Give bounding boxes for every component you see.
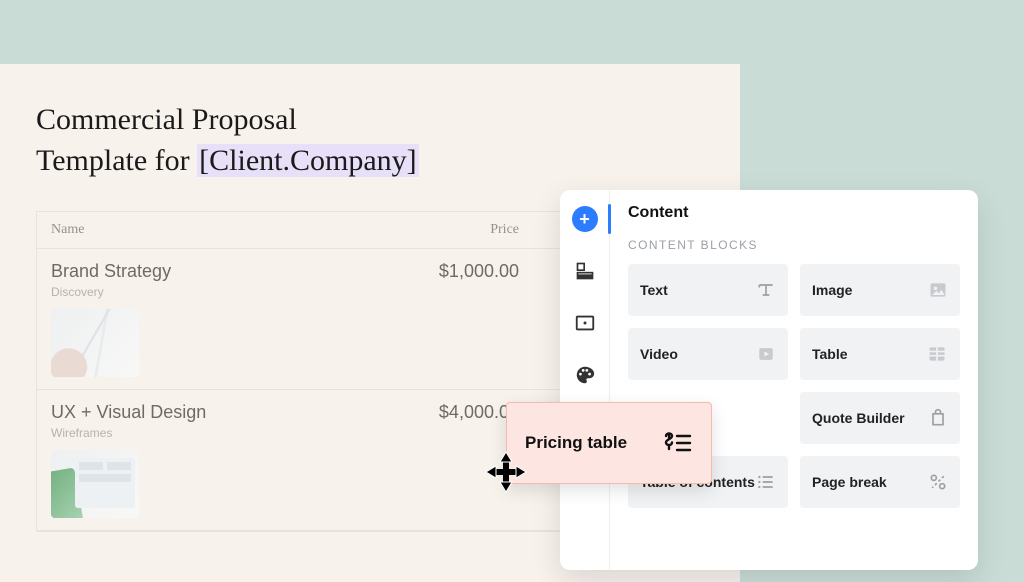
text-icon	[756, 280, 776, 300]
content-panel: + Content CONTENT BLOCKS Text Image	[560, 190, 978, 570]
toc-icon	[756, 472, 776, 492]
row-subtitle: Wireframes	[51, 426, 349, 440]
drag-label: Pricing table	[525, 433, 627, 453]
title-line-1: Commercial Proposal	[36, 103, 297, 136]
dragging-block-pricing-table[interactable]: Pricing table	[506, 402, 712, 484]
rail-add[interactable]: +	[560, 202, 610, 236]
merge-field-client-company[interactable]: [Client.Company]	[197, 144, 418, 177]
row-thumbnail	[51, 309, 139, 377]
layout-icon	[575, 261, 595, 281]
block-text[interactable]: Text	[628, 264, 788, 316]
video-icon	[756, 344, 776, 364]
panel-rail: +	[560, 190, 610, 570]
palette-icon	[574, 364, 596, 386]
col-price: Price	[363, 212, 533, 248]
block-page-break[interactable]: Page break	[800, 456, 960, 508]
row-subtitle: Discovery	[51, 285, 349, 299]
block-label: Page break	[812, 474, 887, 490]
pricing-table-icon	[663, 430, 693, 456]
section-label: CONTENT BLOCKS	[628, 238, 960, 252]
table-icon	[926, 344, 948, 364]
block-label: Video	[640, 346, 678, 362]
stage: Commercial Proposal Template for [Client…	[0, 0, 1024, 582]
rail-variables[interactable]	[560, 306, 610, 340]
row-name: Brand Strategy	[51, 261, 349, 282]
row-thumbnail	[51, 450, 139, 518]
rail-layout[interactable]	[560, 254, 610, 288]
block-label: Text	[640, 282, 668, 298]
block-label: Table	[812, 346, 848, 362]
page-break-icon	[928, 472, 948, 492]
block-image[interactable]: Image	[800, 264, 960, 316]
panel-title: Content	[628, 204, 960, 222]
plus-icon: +	[572, 206, 598, 232]
col-name: Name	[37, 212, 363, 248]
document-title: Commercial Proposal Template for [Client…	[36, 100, 704, 181]
block-label: Quote Builder	[812, 410, 905, 426]
brackets-icon	[574, 312, 596, 334]
move-cursor-icon	[484, 450, 528, 494]
quote-builder-icon	[928, 408, 948, 428]
rail-design[interactable]	[560, 358, 610, 392]
row-price: $1,000.00	[363, 249, 533, 389]
block-video[interactable]: Video	[628, 328, 788, 380]
block-label: Image	[812, 282, 852, 298]
block-table[interactable]: Table	[800, 328, 960, 380]
row-name: UX + Visual Design	[51, 402, 349, 423]
block-quote-builder[interactable]: Quote Builder	[800, 392, 960, 444]
panel-body: Content CONTENT BLOCKS Text Image Video …	[610, 190, 978, 570]
image-icon	[928, 280, 948, 300]
title-prefix: Template for	[36, 144, 197, 177]
